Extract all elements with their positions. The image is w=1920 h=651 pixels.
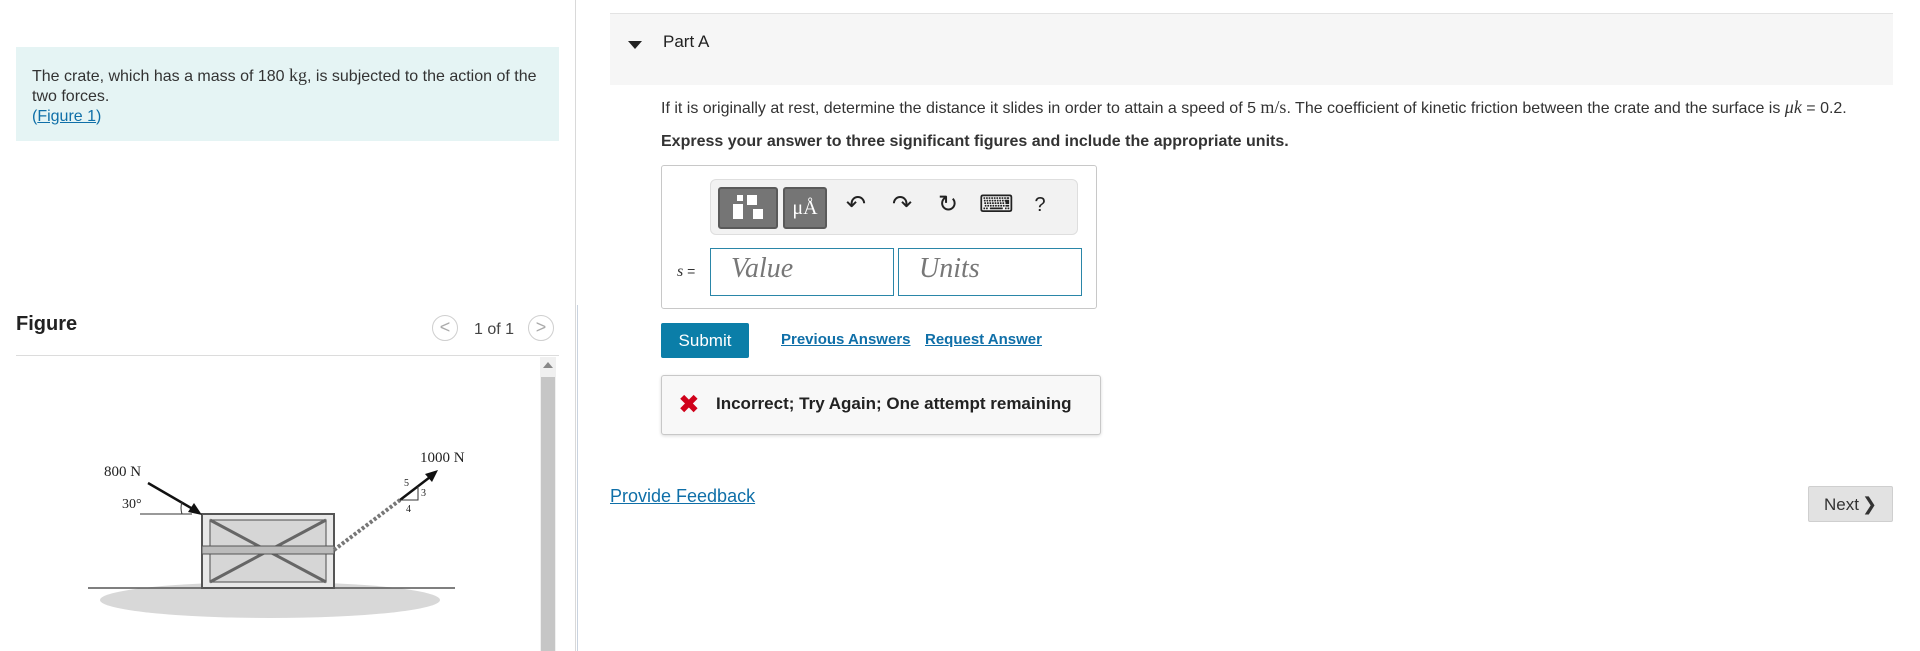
mass-unit: kg xyxy=(289,65,308,85)
figure-scrollbar[interactable] xyxy=(540,357,556,651)
problem-pane: The crate, which has a mass of 180 kg, i… xyxy=(0,0,575,651)
force-left-label: 800 N xyxy=(104,464,141,480)
provide-feedback-link[interactable]: Provide Feedback xyxy=(610,486,755,507)
feedback-text: Incorrect; Try Again; One attempt remain… xyxy=(716,394,1072,413)
units-input[interactable]: Units xyxy=(898,248,1082,296)
previous-answers-link[interactable]: Previous Answers xyxy=(781,331,911,348)
scrollbar-thumb[interactable] xyxy=(541,377,555,651)
submit-button[interactable]: Submit xyxy=(661,323,749,358)
mu-symbol: μk xyxy=(1784,97,1802,117)
answer-equals: = xyxy=(683,263,696,279)
collapse-caret-icon[interactable] xyxy=(628,41,642,49)
next-button[interactable]: Next ❯ xyxy=(1808,486,1893,522)
force-left-arrowhead xyxy=(188,503,202,515)
templates-button[interactable] xyxy=(718,187,778,229)
figure-next-button[interactable]: > xyxy=(528,315,554,341)
pane-divider xyxy=(575,0,576,651)
figure-prev-button[interactable]: < xyxy=(432,315,458,341)
crate xyxy=(201,513,335,589)
triangle-hyp-label: 5 xyxy=(404,478,409,489)
force-left-arrow xyxy=(147,481,199,514)
request-answer-link[interactable]: Request Answer xyxy=(925,331,1042,348)
units-symbol-button[interactable]: μÅ xyxy=(783,187,827,229)
problem-statement: The crate, which has a mass of 180 kg, i… xyxy=(16,47,559,141)
figure-link[interactable]: Figure 1 xyxy=(37,108,96,125)
next-label: Next xyxy=(1824,495,1859,514)
speed-unit: m/s xyxy=(1260,97,1287,117)
reset-icon[interactable]: ↻ xyxy=(933,190,963,220)
answer-box: μÅ ↶ ↷ ↻ ⌨ ? s = Value Units xyxy=(661,165,1097,309)
triangle-side-label: 3 xyxy=(421,488,426,499)
figure-title: Figure xyxy=(16,313,78,335)
force-right-label: 1000 N xyxy=(420,450,465,466)
incorrect-icon: ✖ xyxy=(678,389,700,419)
help-icon[interactable]: ? xyxy=(1025,190,1055,220)
scroll-up-arrow-icon[interactable] xyxy=(543,362,553,368)
keyboard-icon[interactable]: ⌨ xyxy=(979,190,1014,220)
part-title: Part A xyxy=(663,32,710,51)
question-mid: . The coefficient of kinetic friction be… xyxy=(1286,100,1785,117)
answer-variable-label: s = xyxy=(677,263,695,281)
question-post: = 0.2. xyxy=(1801,100,1847,117)
next-chevron-icon: ❯ xyxy=(1861,494,1878,514)
value-input[interactable]: Value xyxy=(710,248,894,296)
feedback-message: ✖ Incorrect; Try Again; One attempt rema… xyxy=(661,375,1101,435)
redo-icon[interactable]: ↷ xyxy=(887,190,917,220)
angle-label: 30° xyxy=(122,497,142,512)
figure-counter: 1 of 1 xyxy=(474,321,515,338)
angle-arc xyxy=(180,501,183,515)
pane-divider-accent xyxy=(577,305,578,651)
part-header[interactable]: Part A xyxy=(610,13,1893,85)
question-text: If it is originally at rest, determine t… xyxy=(661,97,1847,118)
rope xyxy=(332,498,402,552)
undo-icon[interactable]: ↶ xyxy=(841,190,871,220)
crate-figure: 800 N 30° 1000 N 5 3 4 xyxy=(88,450,465,618)
answer-instruction: Express your answer to three significant… xyxy=(661,133,1289,150)
math-toolbar: μÅ ↶ ↷ ↻ ⌨ ? xyxy=(710,179,1078,235)
triangle-base-label: 4 xyxy=(406,504,411,515)
problem-text-before: The crate, which has a mass of 180 xyxy=(32,68,290,85)
figure-header: Figure < 1 of 1 > xyxy=(16,313,559,356)
question-pre: If it is originally at rest, determine t… xyxy=(661,100,1261,117)
figure-link-close: ) xyxy=(96,108,102,125)
